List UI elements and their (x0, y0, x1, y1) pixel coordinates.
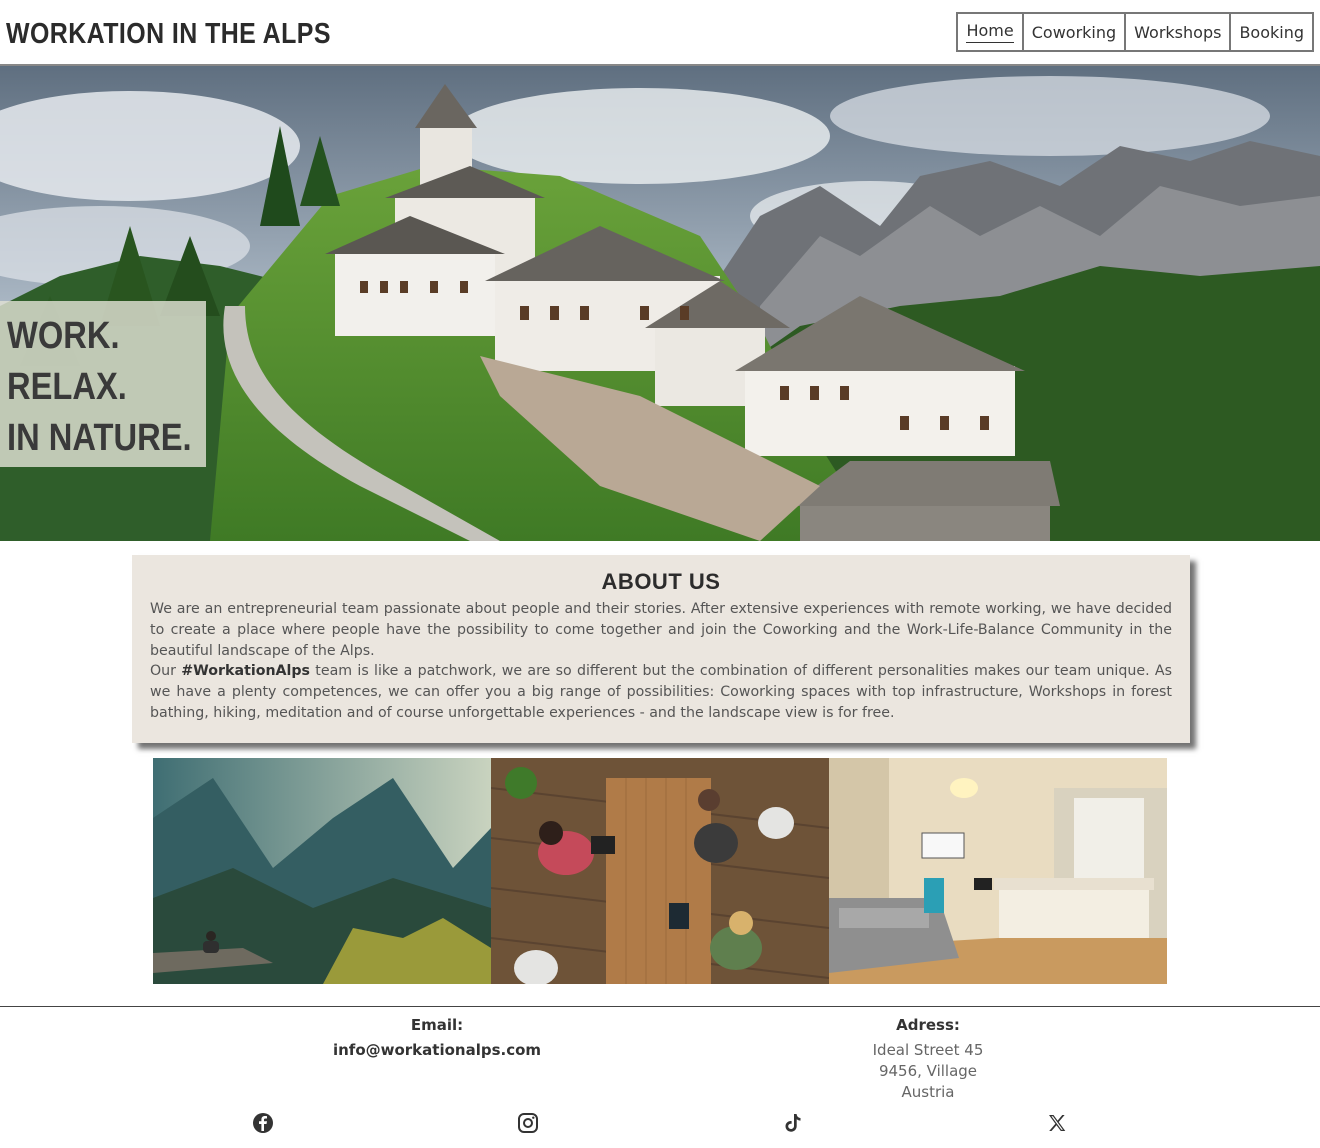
site-header: WORKATION IN THE ALPS Home Coworking Wor… (0, 0, 1320, 66)
site-footer: Email: info@workationalps.com Adress: Id… (0, 1006, 1320, 1148)
nav-booking-label: Booking (1239, 22, 1304, 42)
about-paragraph-2: Our #WorkationAlps team is like a patchw… (150, 661, 1172, 723)
nav-booking[interactable]: Booking (1231, 14, 1312, 50)
nav-coworking[interactable]: Coworking (1024, 14, 1127, 50)
about-paragraph-1: We are an entrepreneurial team passionat… (150, 601, 1172, 659)
tagline-line-2: RELAX. (7, 366, 127, 408)
x-icon[interactable] (1045, 1111, 1069, 1135)
address-label: Adress: (896, 1016, 960, 1034)
tagline-line-1: WORK. (7, 315, 120, 357)
address-line-1: Ideal Street 45 (872, 1041, 984, 1059)
photo-gallery (153, 758, 1167, 984)
nav-workshops-label: Workshops (1134, 22, 1222, 42)
main-nav: Home Coworking Workshops Booking (956, 12, 1314, 52)
email-label: Email: (410, 1016, 464, 1034)
nav-home-label: Home (966, 21, 1014, 43)
email-link[interactable]: info@workationalps.com (287, 1040, 587, 1061)
contact-address: Adress: Ideal Street 45 9456, Village Au… (778, 1015, 1078, 1103)
about-section: ABOUT US We are an entrepreneurial team … (132, 555, 1190, 743)
gallery-photo-meditation (153, 758, 491, 984)
nav-home[interactable]: Home (958, 14, 1024, 50)
address-line-3: Austria (901, 1083, 955, 1101)
site-title[interactable]: WORKATION IN THE ALPS (6, 18, 331, 51)
tiktok-icon[interactable] (780, 1111, 804, 1135)
tagline-line-3: IN NATURE. (7, 417, 192, 459)
hero-tagline: WORK. RELAX. IN NATURE. (0, 301, 206, 467)
nav-workshops[interactable]: Workshops (1126, 14, 1232, 50)
gallery-photo-coworking (491, 758, 829, 984)
instagram-icon[interactable] (516, 1111, 540, 1135)
about-p2-start: Our (150, 663, 182, 680)
contact-email: Email: info@workationalps.com (287, 1015, 587, 1061)
address-line-2: 9456, Village (878, 1062, 978, 1080)
hero-banner: WORK. RELAX. IN NATURE. (0, 66, 1320, 541)
about-title: ABOUT US (601, 569, 721, 594)
about-hashtag: #WorkationAlps (181, 663, 311, 680)
facebook-icon[interactable] (251, 1111, 275, 1135)
gallery-photo-bedroom (829, 758, 1167, 984)
nav-coworking-label: Coworking (1031, 22, 1117, 42)
